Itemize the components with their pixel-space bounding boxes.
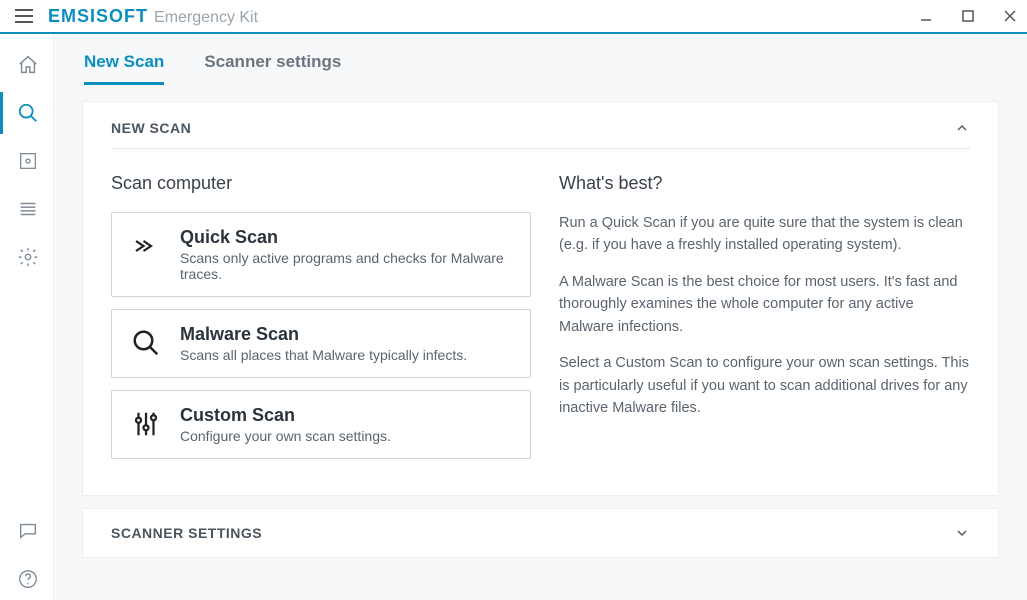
sidebar-item-chat[interactable] — [0, 510, 54, 552]
panel-new-scan: NEW SCAN Scan computer Quick Scan Scans … — [82, 101, 999, 496]
panel-new-scan-title: NEW SCAN — [111, 120, 191, 136]
quarantine-icon — [17, 150, 39, 172]
search-icon — [17, 102, 39, 124]
sidebar — [0, 34, 54, 600]
sidebar-item-scan[interactable] — [0, 92, 54, 134]
chevron-up-icon — [954, 120, 970, 136]
quick-scan-icon — [128, 227, 164, 261]
whats-best-p2: A Malware Scan is the best choice for mo… — [559, 271, 970, 338]
malware-scan-option[interactable]: Malware Scan Scans all places that Malwa… — [111, 309, 531, 378]
home-icon — [17, 54, 39, 76]
titlebar: EMSISOFT Emergency Kit — [0, 0, 1027, 34]
tab-new-scan[interactable]: New Scan — [84, 52, 164, 85]
brand: EMSISOFT Emergency Kit — [48, 6, 258, 27]
panel-scanner-settings[interactable]: SCANNER SETTINGS — [82, 508, 999, 558]
tabs: New Scan Scanner settings — [82, 44, 999, 85]
custom-scan-option[interactable]: Custom Scan Configure your own scan sett… — [111, 390, 531, 459]
custom-scan-desc: Configure your own scan settings. — [180, 428, 391, 444]
content: New Scan Scanner settings NEW SCAN Scan … — [54, 34, 1027, 600]
sidebar-item-help[interactable] — [0, 558, 54, 600]
maximize-button[interactable] — [961, 9, 975, 23]
help-icon — [17, 568, 39, 590]
sidebar-item-quarantine[interactable] — [0, 140, 54, 182]
brand-name: EMSISOFT — [48, 6, 148, 27]
minimize-button[interactable] — [919, 9, 933, 23]
malware-scan-icon — [128, 324, 164, 358]
tab-scanner-settings[interactable]: Scanner settings — [204, 52, 341, 85]
malware-scan-desc: Scans all places that Malware typically … — [180, 347, 467, 363]
panel-new-scan-header[interactable]: NEW SCAN — [111, 120, 970, 149]
chat-icon — [17, 520, 39, 542]
whats-best-column: What's best? Run a Quick Scan if you are… — [559, 173, 970, 471]
brand-subtitle: Emergency Kit — [154, 9, 258, 27]
sidebar-item-settings[interactable] — [0, 236, 54, 278]
menu-icon[interactable] — [4, 0, 44, 32]
whats-best-p3: Select a Custom Scan to configure your o… — [559, 352, 970, 419]
panel-new-scan-body: Scan computer Quick Scan Scans only acti… — [111, 149, 970, 471]
sidebar-item-logs[interactable] — [0, 188, 54, 230]
malware-scan-title: Malware Scan — [180, 324, 467, 345]
scan-options-column: Scan computer Quick Scan Scans only acti… — [111, 173, 531, 471]
panel-scanner-settings-title: SCANNER SETTINGS — [111, 525, 262, 541]
whats-best-p1: Run a Quick Scan if you are quite sure t… — [559, 212, 970, 257]
quick-scan-desc: Scans only active programs and checks fo… — [180, 250, 516, 282]
window-controls — [919, 9, 1017, 23]
quick-scan-title: Quick Scan — [180, 227, 516, 248]
quick-scan-option[interactable]: Quick Scan Scans only active programs an… — [111, 212, 531, 297]
custom-scan-title: Custom Scan — [180, 405, 391, 426]
gear-icon — [17, 246, 39, 268]
close-button[interactable] — [1003, 9, 1017, 23]
scan-computer-title: Scan computer — [111, 173, 531, 194]
custom-scan-icon — [128, 405, 164, 439]
sidebar-item-home[interactable] — [0, 44, 54, 86]
whats-best-title: What's best? — [559, 173, 970, 194]
logs-icon — [17, 198, 39, 220]
chevron-down-icon — [954, 525, 970, 541]
app-body: New Scan Scanner settings NEW SCAN Scan … — [0, 34, 1027, 600]
